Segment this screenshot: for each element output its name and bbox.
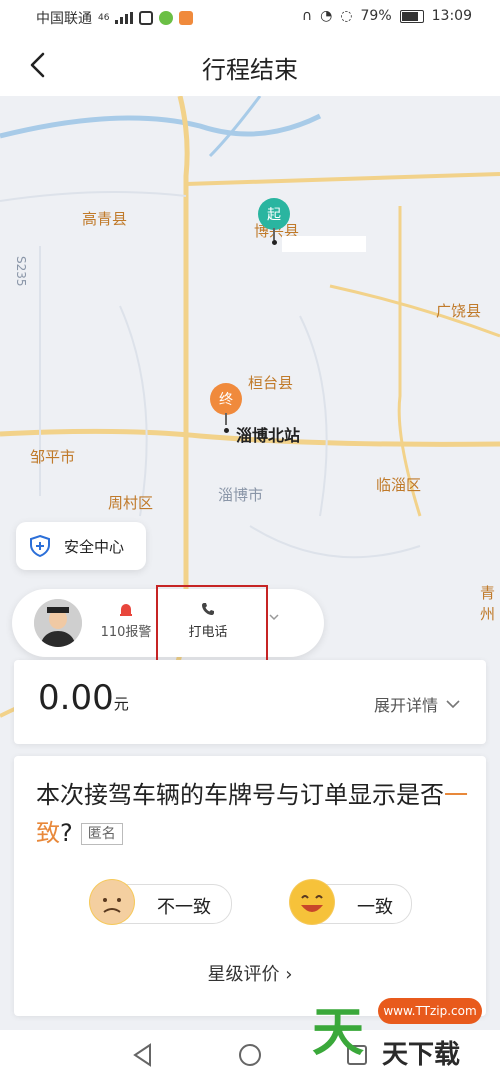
happy-face-icon [289,879,335,925]
map-label-huantai: 桓台县 [248,374,294,392]
safety-center-button[interactable]: 安全中心 [16,522,146,570]
question-end: ? [60,819,73,847]
page-title: 行程结束 [202,56,298,84]
feedback-question: 本次接驾车辆的车牌号与订单显示是否一致? 匿名 [36,776,476,852]
map-label-zibo: 淄博市 [218,486,264,504]
star-rating-link[interactable]: 星级评价 › [0,960,500,986]
shield-status-icon [139,11,154,25]
nav-back-icon[interactable] [130,1042,156,1068]
map-label-gaoqing: 高青县 [82,210,128,228]
expand-details-label: 展开详情 [373,696,438,715]
start-marker[interactable]: 起 [258,198,290,240]
alarm-clock-icon: ◔ [320,8,333,24]
fare-unit: 元 [113,695,129,713]
driver-avatar [34,599,82,647]
watermark-url: www.TTzip.com [378,998,482,1024]
battery-icon [399,9,424,23]
map-label-zibo-bei: 淄博北站 [236,426,301,445]
watermark-logo: 天 [312,1003,365,1063]
option-not-match-button[interactable]: 不一致 [89,879,232,925]
fare-value: 0.00 [38,678,114,718]
play-status-icon [179,11,194,25]
chevron-down-icon[interactable] [268,611,280,623]
siren-icon [120,604,132,616]
map-label-qingzhou: 青州 [480,584,496,623]
expand-details-button[interactable]: 展开详情 [374,692,460,716]
status-bar: 中国联通 46 ∩ ◔ ◌ 79% 13:09 [0,0,500,34]
price-card: 0.00元 展开详情 [14,660,486,744]
clock-time: 13:09 [431,8,472,24]
nav-home-icon[interactable] [237,1042,263,1068]
redacted-address [282,236,366,252]
battery-percent: 79% [360,8,392,24]
sad-face-icon [89,879,135,925]
alarm-label: 110报警 [100,625,152,640]
safety-center-label: 安全中心 [64,537,125,556]
star-rating-label: 星级评价 › [207,964,293,985]
location-icon: ◌ [340,8,353,24]
highlight-box [156,585,268,669]
option-match-button[interactable]: 一致 [289,879,412,925]
anonymous-badge: 匿名 [80,823,123,845]
map-label-guangrao: 广饶县 [436,302,482,320]
question-text: 本次接驾车辆的车牌号与订单显示是否 [36,781,444,809]
app-status-icon [159,11,174,25]
network-label: 46 [98,13,110,23]
end-point [224,428,229,433]
headset-icon: ∩ [301,8,313,24]
option-match-label: 一致 [357,897,393,918]
signal-icon [115,12,134,24]
end-marker[interactable]: 终 [210,383,242,425]
alarm-110-button[interactable]: 110报警 [98,601,154,640]
option-not-match-label: 不一致 [157,897,211,918]
map-label-zhoucun: 周村区 [108,494,154,512]
carrier-label: 中国联通 [36,11,92,27]
fare-amount: 0.00元 [38,678,129,718]
chevron-down-icon [446,700,460,709]
watermark-words: 天下载 [382,1040,461,1070]
shield-icon [30,534,50,558]
map-label-s235: S235 [14,256,28,287]
header: 行程结束 [0,34,500,96]
map-label-linzi: 临淄区 [376,476,422,494]
start-point [272,240,277,245]
map-label-zouping: 邹平市 [30,448,76,466]
